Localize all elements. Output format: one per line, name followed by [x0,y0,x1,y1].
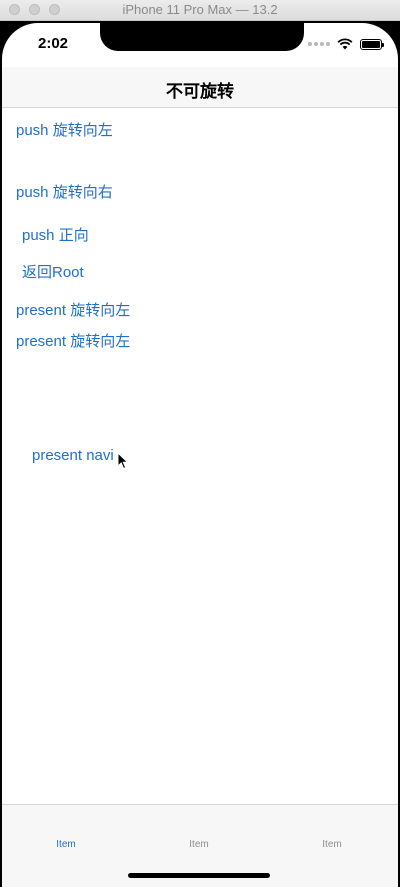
tab-item-3[interactable]: Item [292,839,372,850]
device-frame: 2:02 不可旋转 push 旋转向左 push 旋转向右 push 正向 返回… [0,21,400,887]
tab-bar: Item Item Item [2,804,398,887]
tab-item-1[interactable]: Item [26,839,106,850]
signal-dots-icon [308,42,330,46]
status-icons [308,37,384,51]
back-root-button[interactable]: 返回Root [22,261,84,282]
present-rotate-left-button-2[interactable]: present 旋转向左 [16,330,130,351]
present-rotate-left-button-1[interactable]: present 旋转向左 [16,299,130,320]
wifi-icon [337,38,353,50]
status-time: 2:02 [38,35,69,52]
tab-item-2[interactable]: Item [159,839,239,850]
home-indicator[interactable] [128,873,270,878]
device-screen: 2:02 不可旋转 push 旋转向左 push 旋转向右 push 正向 返回… [2,23,398,887]
battery-icon [360,38,384,50]
push-portrait-button[interactable]: push 正向 [22,224,89,245]
cursor-icon [117,452,129,470]
window-title: iPhone 11 Pro Max — 13.2 [122,2,278,17]
page-title: 不可旋转 [166,82,234,101]
push-rotate-right-button[interactable]: push 旋转向右 [16,181,113,202]
simulator-titlebar: iPhone 11 Pro Max — 13.2 [0,0,400,21]
navigation-bar: 不可旋转 [2,67,398,108]
push-rotate-left-button[interactable]: push 旋转向左 [16,119,113,140]
notch [100,23,304,51]
present-navi-button[interactable]: present navi [32,447,114,464]
